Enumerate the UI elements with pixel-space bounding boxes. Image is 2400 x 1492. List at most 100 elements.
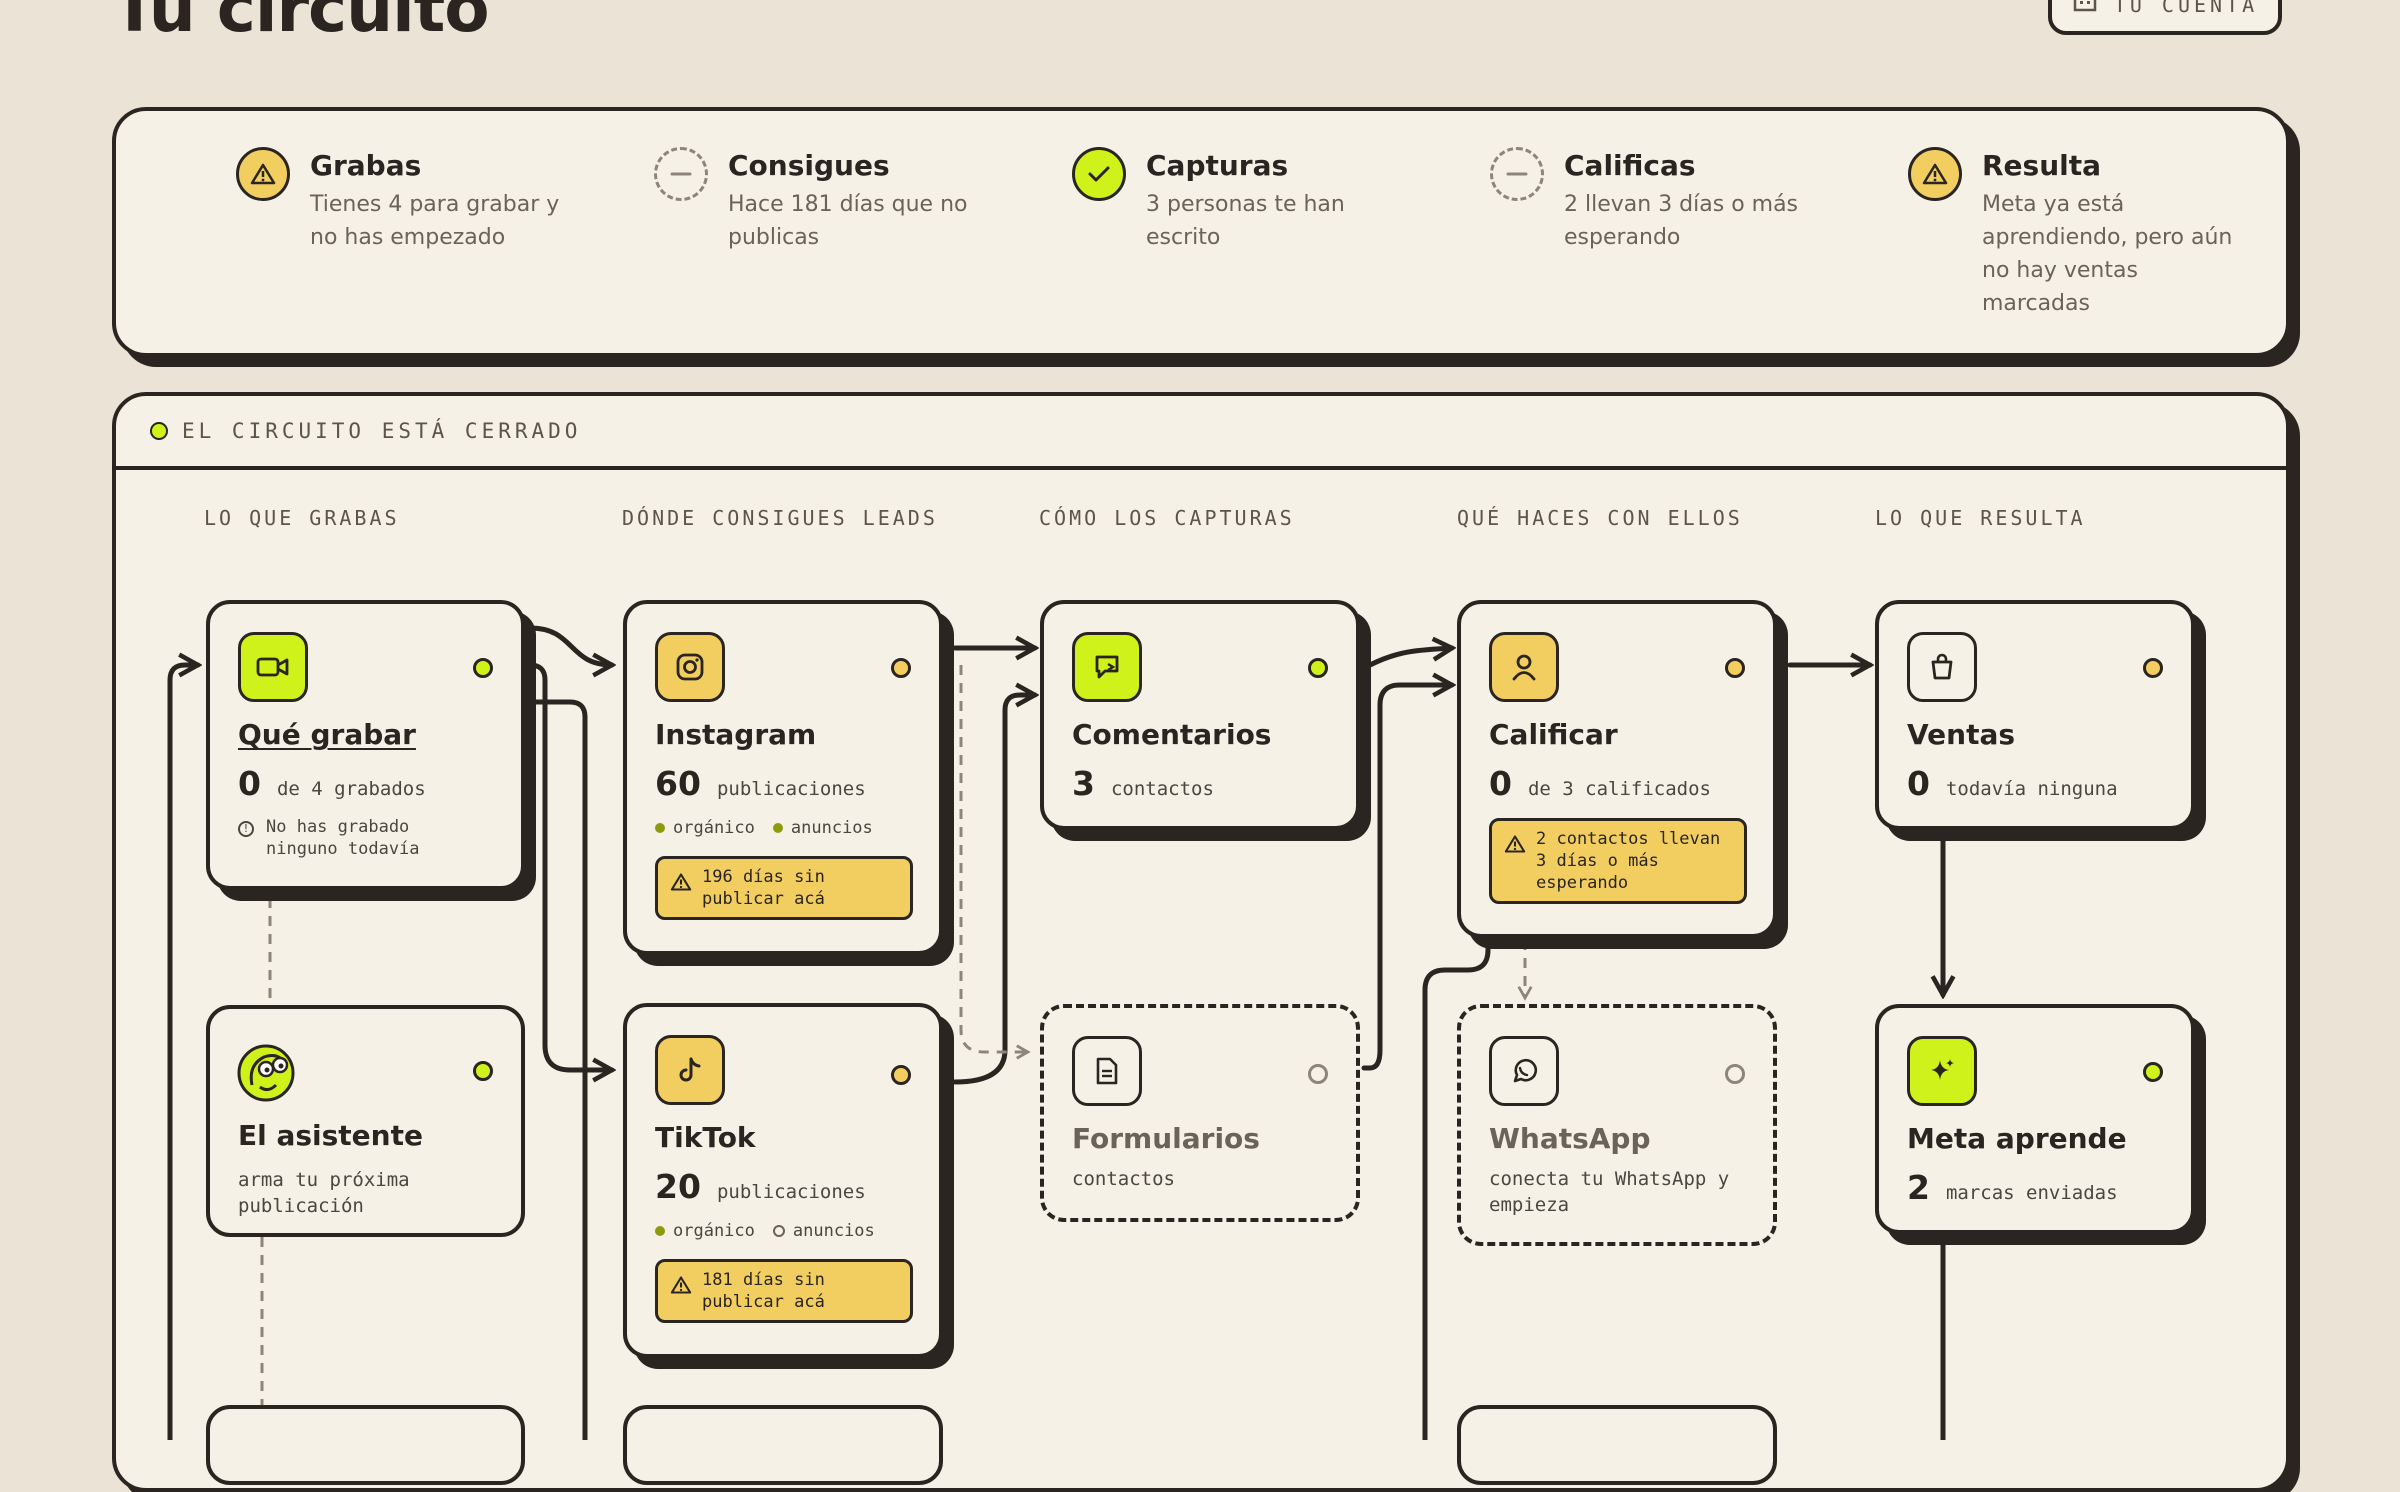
node-asistente[interactable]: El asistente arma tu próxima publicación — [206, 1005, 525, 1237]
node-title: Instagram — [655, 718, 817, 751]
node-status-dot — [2143, 658, 2163, 678]
node-meta-aprende[interactable]: Meta aprende 2 marcas enviadas — [1875, 1004, 2195, 1234]
tag-organic: orgánico — [655, 818, 755, 838]
check-icon — [1072, 147, 1126, 201]
node-count-unit: publicaciones — [716, 1181, 866, 1203]
dash-icon — [654, 147, 708, 201]
channel-tags: orgánico anuncios — [655, 1221, 875, 1241]
status-title: Capturas — [1146, 149, 1289, 182]
node-count: 60 — [655, 764, 701, 803]
warning-icon — [1504, 835, 1526, 853]
info-icon: ! — [238, 821, 254, 837]
node-partial[interactable] — [1457, 1405, 1777, 1485]
node-title: Qué grabar — [238, 718, 416, 751]
note-text: No has grabado ninguno todavía — [266, 817, 420, 859]
status-calificas[interactable]: Calificas 2 llevan 3 días o más esperand… — [1490, 147, 1830, 254]
node-status-dot — [1725, 658, 1745, 678]
status-text: Hace 181 días que no publicas — [728, 192, 968, 250]
tag-dot — [772, 823, 783, 833]
node-comentarios[interactable]: Comentarios 3 contactos — [1040, 600, 1360, 830]
sparkle-icon — [1907, 1036, 1977, 1106]
node-sub: conecta tu WhatsApp y empieza — [1489, 1168, 1730, 1216]
status-text: Meta ya está aprendiendo, pero aún no ha… — [1982, 192, 2233, 316]
account-button[interactable]: TU CUENTA — [2048, 0, 2282, 35]
node-whatsapp[interactable]: WhatsApp conecta tu WhatsApp y empieza — [1457, 1004, 1777, 1246]
node-count-unit: marcas enviadas — [1945, 1182, 2118, 1204]
tag-label: anuncios — [792, 1221, 875, 1241]
status-grabas[interactable]: Grabas Tienes 4 para grabar y no has emp… — [236, 147, 576, 254]
instagram-icon — [655, 632, 725, 702]
status-capturas[interactable]: Capturas 3 personas te han escrito — [1072, 147, 1412, 254]
whatsapp-icon — [1489, 1036, 1559, 1106]
status-title: Consigues — [728, 149, 890, 182]
shopping-bag-icon — [1907, 632, 1977, 702]
node-title: Calificar — [1489, 718, 1618, 751]
dash-icon — [1490, 147, 1544, 201]
circuit-status: EL CIRCUITO ESTÁ CERRADO — [182, 419, 582, 443]
node-title: Meta aprende — [1907, 1122, 2127, 1155]
node-status-dot — [891, 1065, 911, 1085]
assistant-mascot-icon — [234, 1039, 306, 1107]
warning-icon — [670, 1276, 692, 1294]
warning-icon — [670, 873, 692, 891]
page-title: Tu circuito — [112, 0, 490, 47]
status-consigues[interactable]: Consigues Hace 181 días que no publicas — [654, 147, 994, 254]
status-title: Grabas — [310, 149, 422, 182]
status-dot — [150, 422, 168, 440]
node-ventas[interactable]: Ventas 0 todavía ninguna — [1875, 600, 2195, 830]
tag-label: orgánico — [673, 1221, 755, 1241]
account-label: TU CUENTA — [2113, 0, 2259, 17]
node-title: El asistente — [238, 1119, 423, 1152]
status-text: 3 personas te han escrito — [1146, 192, 1345, 250]
node-formularios[interactable]: Formularios contactos — [1040, 1004, 1360, 1222]
node-que-grabar[interactable]: Qué grabar 0 de 4 grabados ! No has graba… — [206, 600, 525, 890]
node-sub: contactos — [1072, 1168, 1175, 1190]
node-status-dot — [473, 1061, 493, 1081]
alert-badge: 2 contactos llevan 3 días o más esperand… — [1489, 818, 1747, 904]
circuit-header: EL CIRCUITO ESTÁ CERRADO — [116, 396, 2286, 470]
tag-label: anuncios — [790, 818, 873, 838]
node-note: ! No has grabado ninguno todavía — [238, 816, 468, 860]
node-calificar[interactable]: Calificar 0 de 3 calificados 2 contactos … — [1457, 600, 1777, 938]
tag-organic: orgánico — [655, 1221, 755, 1241]
column-label: LO QUE RESULTA — [1875, 506, 2086, 530]
node-status-dot — [1308, 658, 1328, 678]
node-count-unit: de 3 calificados — [1527, 778, 1711, 800]
status-resulta[interactable]: Resulta Meta ya está aprendiendo, pero a… — [1908, 147, 2248, 320]
node-tiktok[interactable]: TikTok 20 publicaciones orgánico anuncios… — [623, 1003, 943, 1358]
alert-text: 196 días sin publicar acá — [702, 867, 825, 909]
circuit-panel: EL CIRCUITO ESTÁ CERRADO — [112, 392, 2290, 1492]
node-partial[interactable] — [623, 1405, 943, 1485]
status-title: Resulta — [1982, 149, 2102, 182]
column-label: LO QUE GRABAS — [204, 506, 400, 530]
tag-ads: anuncios — [772, 818, 873, 838]
node-title: Comentarios — [1072, 718, 1272, 751]
warning-icon — [1908, 147, 1962, 201]
tiktok-icon — [655, 1035, 725, 1105]
tag-dot — [655, 1226, 665, 1236]
channel-tags: orgánico anuncios — [655, 818, 873, 838]
tag-dot — [655, 823, 665, 833]
node-count-unit: todavía ninguna — [1945, 778, 2118, 800]
form-icon — [1072, 1036, 1142, 1106]
status-summary: Grabas Tienes 4 para grabar y no has emp… — [112, 107, 2290, 357]
node-status-dot — [473, 658, 493, 678]
node-title: Formularios — [1072, 1122, 1260, 1155]
node-instagram[interactable]: Instagram 60 publicaciones orgánico anunc… — [623, 600, 943, 955]
node-count-unit: de 4 grabados — [276, 778, 426, 800]
node-count: 20 — [655, 1167, 701, 1206]
comment-icon — [1072, 632, 1142, 702]
alert-text: 181 días sin publicar acá — [702, 1270, 825, 1312]
alert-text: 2 contactos llevan 3 días o más esperand… — [1536, 829, 1721, 893]
building-icon — [2072, 0, 2098, 17]
column-label: DÓNDE CONSIGUES LEADS — [622, 506, 938, 530]
status-text: Tienes 4 para grabar y no has empezado — [310, 192, 560, 250]
video-icon — [238, 632, 308, 702]
node-partial[interactable] — [206, 1405, 525, 1485]
node-title: Ventas — [1907, 718, 2016, 751]
alert-badge: 181 días sin publicar acá — [655, 1259, 913, 1323]
node-status-dot — [891, 658, 911, 678]
node-count: 2 — [1907, 1168, 1930, 1207]
user-icon — [1489, 632, 1559, 702]
column-label: CÓMO LOS CAPTURAS — [1039, 506, 1295, 530]
